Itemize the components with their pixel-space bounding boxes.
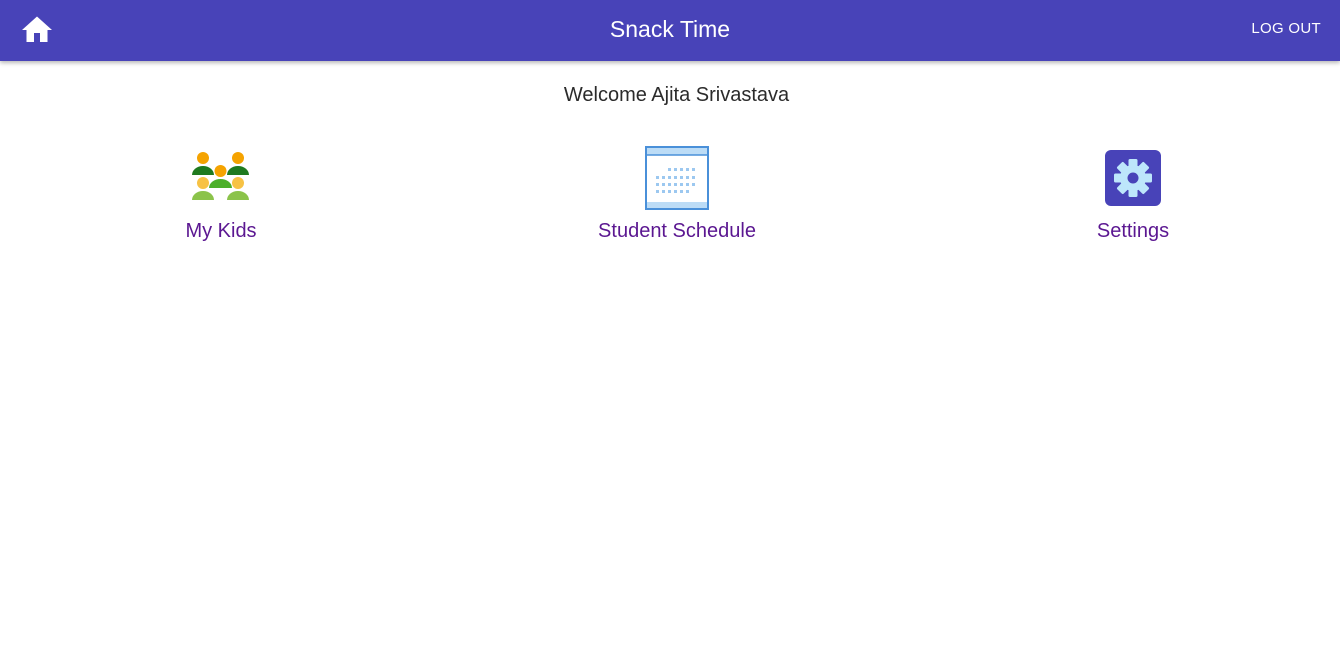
gear-icon [1099,144,1167,212]
calendar-icon [643,144,711,212]
kids-group-icon [187,144,255,212]
app-title: Snack Time [609,16,731,42]
student-schedule-tile[interactable]: Student Schedule [557,144,797,248]
welcome-message: Welcome Ajita Srivastava [563,84,790,106]
my-kids-tile[interactable]: My Kids [101,144,341,248]
student-schedule-label: Student Schedule [598,220,756,242]
logout-button[interactable]: LOG OUT [1251,19,1321,39]
my-kids-label: My Kids [185,220,257,242]
settings-tile[interactable]: Settings [1013,144,1253,248]
app-bar: Snack Time LOG OUT [0,0,1340,61]
settings-label: Settings [1096,220,1170,242]
